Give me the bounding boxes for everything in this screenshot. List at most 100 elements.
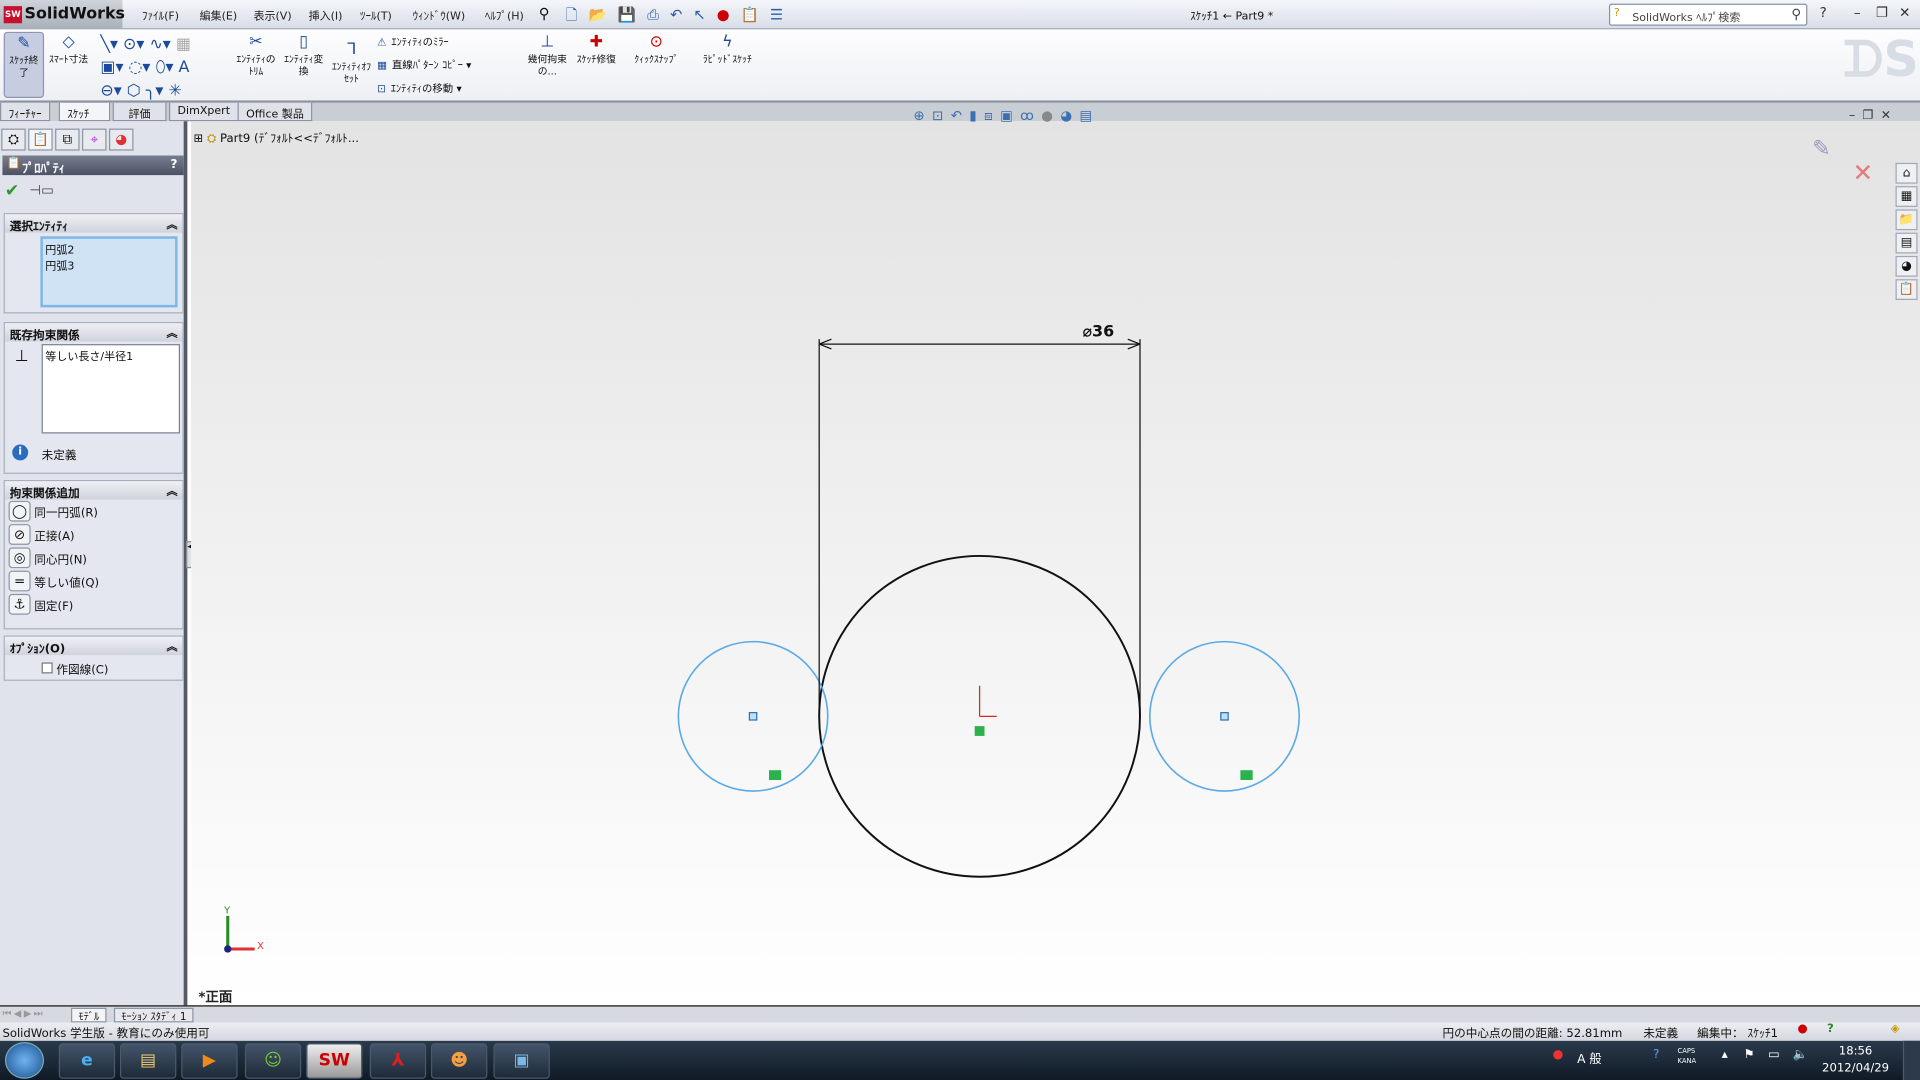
point-icon[interactable]: ✳ — [168, 82, 181, 100]
tray-alert-icon[interactable]: ● — [1553, 1048, 1564, 1061]
collapse-icon[interactable]: ︽ — [167, 216, 178, 231]
menu-edit[interactable]: 編集(E) — [200, 7, 238, 23]
zoom-to-fit-icon[interactable]: ⊕ — [913, 108, 932, 124]
pin-menu-icon[interactable]: ⚲ — [539, 5, 550, 22]
offset-entities-button[interactable]: ᒣ ｴﾝﾃｨﾃｨｵﾌｾｯﾄ — [331, 41, 373, 86]
exit-sketch-button[interactable]: ✎ ｽｹｯﾁ終了 — [3, 31, 45, 98]
pushpin-icon[interactable]: ⊣▭ — [29, 182, 53, 198]
close-icon[interactable]: ✕ — [1899, 5, 1910, 21]
open-icon[interactable]: 📂 — [589, 6, 618, 23]
show-desktop-button[interactable] — [1902, 1040, 1920, 1080]
construction-checkbox[interactable]: 作図線(C) — [41, 660, 108, 677]
design-library-icon[interactable]: ▦ — [1895, 186, 1918, 207]
polygon-icon[interactable]: ⬡ — [127, 82, 141, 100]
arc-icon[interactable]: ◌▾ — [129, 59, 151, 77]
origin-coincident-marker[interactable] — [974, 726, 985, 736]
graphics-window-controls[interactable]: –❐✕ — [1849, 109, 1898, 122]
restore-icon[interactable]: ❐ — [1876, 5, 1888, 21]
tab-motion-study[interactable]: ﾓｰｼｮﾝ ｽﾀﾃﾞｨ 1 — [113, 1007, 194, 1024]
taskbar-solidworks-icon[interactable]: SW — [306, 1043, 363, 1079]
relation-fix[interactable]: ⚓ 固定(F) — [5, 593, 183, 616]
tab-model[interactable]: ﾓﾃﾞﾙ — [71, 1007, 107, 1024]
tab-office[interactable]: Office 製品 — [237, 102, 313, 122]
tab-dimxpert[interactable]: DimXpert — [168, 102, 239, 122]
zoom-area-icon[interactable]: ⊡ — [932, 108, 951, 124]
network-icon[interactable]: ▭ — [1768, 1048, 1780, 1061]
relation-equal[interactable]: = 等しい値(Q) — [5, 569, 183, 592]
search-icon[interactable]: ⚲ — [1791, 6, 1801, 22]
section-view-icon[interactable]: ▮ — [969, 108, 984, 124]
center-point[interactable] — [1220, 712, 1229, 721]
home-icon[interactable]: ⌂ — [1895, 162, 1918, 184]
taskbar-ie-icon[interactable]: e — [58, 1043, 116, 1079]
view-palette-icon[interactable]: ▤ — [1895, 232, 1918, 254]
file-properties-icon[interactable]: 📋 — [741, 6, 770, 23]
ime-help-icon[interactable]: ? — [1653, 1048, 1660, 1061]
select-icon[interactable]: ↖ — [693, 6, 716, 23]
action-center-flag-icon[interactable]: ⚑ — [1744, 1048, 1755, 1061]
view-settings-icon[interactable]: ▤ — [1079, 108, 1099, 124]
menu-help[interactable]: ﾍﾙﾌﾟ(H) — [485, 7, 524, 23]
list-item[interactable]: 円弧2 — [45, 241, 172, 257]
quick-snaps-button[interactable]: ⊙ ｸｨｯｸｽﾅｯﾌﾟ — [627, 34, 686, 66]
volume-icon[interactable]: 🔈 — [1793, 1048, 1808, 1061]
scene-icon[interactable]: ◕ — [1060, 108, 1079, 124]
trim-entities-button[interactable]: ✂ ｴﾝﾃｨﾃｨのﾄﾘﾑ — [235, 34, 277, 78]
property-manager-tab-icon[interactable]: 📋 — [28, 128, 53, 151]
menu-window[interactable]: ｳｨﾝﾄﾞｳ(W) — [413, 7, 466, 23]
new-icon[interactable]: 🗋 — [566, 6, 589, 23]
collapse-icon[interactable]: ︽ — [167, 324, 178, 340]
taskbar-acrobat-icon[interactable]: ⅄ — [369, 1043, 427, 1079]
spline-icon[interactable]: ∿▾ — [149, 36, 170, 54]
help-search-input[interactable]: ? SolidWorks ﾍﾙﾌﾟ検索 ⚲ — [1608, 3, 1808, 26]
print-icon[interactable]: ⎙ — [647, 6, 670, 23]
line-icon[interactable]: ╲▾ — [100, 36, 118, 54]
selected-entities-header[interactable]: 選択ｴﾝﾃｨﾃｨ ︽ — [4, 214, 183, 234]
linear-pattern-button[interactable]: ▦ 直線ﾊﾟﾀｰﾝ ｺﾋﾟｰ ▾ — [377, 58, 471, 72]
relation-coradial[interactable]: ◯ 同一円弧(R) — [5, 500, 183, 523]
show-hidden-icons[interactable]: ▴ — [1722, 1048, 1728, 1061]
rebuild-status-icon[interactable]: ● — [1798, 1022, 1808, 1035]
existing-relations-header[interactable]: 既存拘束関係 ︽ — [4, 323, 183, 343]
confirmation-corner-cancel-icon[interactable]: ✕ — [1853, 158, 1874, 187]
ellipse-icon[interactable]: ⬯▾ — [155, 59, 173, 77]
solidworks-logo[interactable]: SW SolidWorks — [0, 0, 125, 30]
undo-icon[interactable]: ↶ — [670, 6, 693, 23]
slot-icon[interactable]: ⊖▾ — [100, 82, 121, 100]
ime-indicator[interactable]: A 般 — [1577, 1048, 1602, 1066]
appearances-icon[interactable]: ◕ — [1895, 255, 1918, 277]
graphics-area[interactable]: ⌀36 Y X *正面 ✎ ✕ –❐✕ — [191, 109, 1920, 1007]
diameter-dimension[interactable]: ⌀36 — [1082, 323, 1114, 341]
help-menu-icon[interactable]: ? — [1820, 5, 1827, 21]
rebuild-icon[interactable]: ● — [717, 6, 741, 23]
system-clock[interactable]: 18:56 2012/04/29 — [1822, 1043, 1889, 1077]
fillet-icon[interactable]: ╮▾ — [146, 82, 164, 100]
relation-tangent[interactable]: ⊘ 正接(A) — [5, 523, 183, 546]
view-orientation-icon[interactable]: ⧈ — [984, 108, 1000, 124]
menu-tools[interactable]: ﾂｰﾙ(T) — [360, 7, 392, 23]
tag-icon[interactable]: ◈ — [1891, 1022, 1900, 1035]
center-point[interactable] — [748, 712, 758, 721]
quick-tips-icon[interactable]: ? — [1827, 1022, 1834, 1035]
move-entities-button[interactable]: ⊡ ｴﾝﾃｨﾃｨの移動 ▾ — [377, 81, 462, 95]
add-relations-header[interactable]: 拘束関係追加 ︽ — [4, 481, 183, 501]
convert-entities-button[interactable]: ▯ ｴﾝﾃｨﾃｨ変換 — [283, 34, 325, 78]
smart-dimension-button[interactable]: ◇ ｽﾏｰﾄ寸法 — [48, 34, 90, 66]
dimxpert-tab-icon[interactable]: ⌖ — [82, 128, 107, 151]
relation-concentric[interactable]: ◎ 同心円(N) — [5, 546, 183, 569]
taskbar-app-icon[interactable]: ☻ — [431, 1043, 488, 1079]
taskbar-explorer-icon[interactable]: ▤ — [120, 1043, 177, 1079]
selected-entities-list[interactable]: 円弧2 円弧3 — [40, 236, 178, 308]
feature-tree-flyout[interactable]: ⊞ ⛭ Part9 (ﾃﾞﾌｫﾙﾄ<<ﾃﾞﾌｫﾙﾄ... — [193, 129, 358, 145]
display-relations-button[interactable]: ⊥ 幾何拘束の... — [525, 34, 569, 78]
checkbox[interactable] — [41, 662, 53, 674]
tab-evaluate[interactable]: 評価 — [112, 102, 167, 122]
hide-show-icon[interactable]: ꝏ — [1020, 108, 1041, 124]
circle-icon[interactable]: ⊙▾ — [123, 36, 144, 54]
expand-icon[interactable]: ⊞ — [193, 132, 203, 145]
start-button[interactable] — [4, 1042, 45, 1079]
display-style-icon[interactable]: ▣ — [1000, 108, 1020, 124]
custom-properties-icon[interactable]: 📋 — [1895, 279, 1918, 301]
tab-features[interactable]: ﾌｨｰﾁｬｰ — [0, 102, 51, 122]
rectangle-icon[interactable]: ▣▾ — [100, 59, 123, 77]
